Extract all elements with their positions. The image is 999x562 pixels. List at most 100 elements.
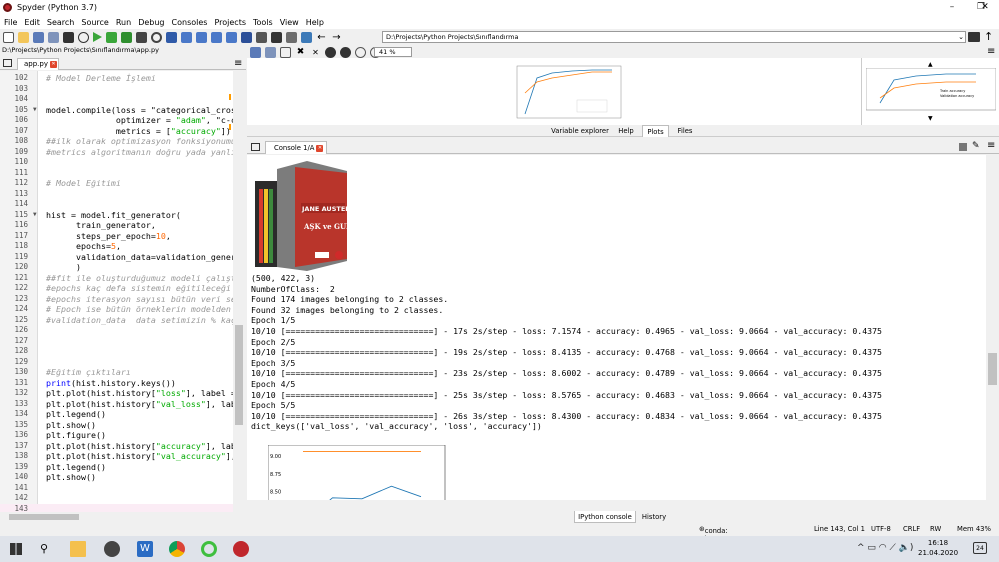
browse-tabs-icon[interactable] <box>3 59 12 67</box>
remove-all-plots-icon[interactable]: ✕ <box>310 47 321 58</box>
browse-consoles-icon[interactable] <box>251 143 260 151</box>
word-icon[interactable]: W <box>137 541 153 557</box>
code-line[interactable]: 117 steps_per_epoch=10, <box>0 231 233 242</box>
file-explorer-icon[interactable] <box>70 541 86 557</box>
zoom-in-icon[interactable] <box>355 46 366 58</box>
save-icon[interactable] <box>33 31 44 43</box>
code-line[interactable]: 110 <box>0 157 233 168</box>
code-line[interactable]: 108 ##ilk olarak optimizasyon fonksiyonum… <box>0 136 233 147</box>
code-line[interactable]: 139 plt.legend() <box>0 462 233 473</box>
code-line[interactable]: 126 <box>0 325 233 336</box>
close-button[interactable]: ✕ <box>971 0 999 15</box>
code-line[interactable]: 128 <box>0 346 233 357</box>
code-line[interactable]: 119 validation_data=validation_genera <box>0 252 233 263</box>
chrome-icon[interactable] <box>169 541 185 557</box>
code-line[interactable]: 111 <box>0 168 233 179</box>
code-line[interactable]: 120 ) <box>0 262 233 273</box>
copy-plot-icon[interactable] <box>280 46 291 58</box>
editor-hscroll-thumb[interactable] <box>9 514 79 520</box>
editor-tab-app-py[interactable]: app.py ✕ <box>17 58 59 70</box>
menu-run[interactable]: Run <box>116 18 131 27</box>
tab-ipython-console[interactable]: IPython console <box>574 511 636 523</box>
thumbs-down-arrow-icon[interactable]: ▼ <box>928 115 933 122</box>
next-plot-icon[interactable] <box>340 46 351 58</box>
code-editor[interactable]: 102 # Model Derleme İşlemi 103 104 105 ▼ model… <box>0 71 233 512</box>
app-ring-icon[interactable] <box>201 541 217 557</box>
editor-vertical-scrollbar[interactable] <box>233 71 246 512</box>
run-cell-advance-icon[interactable] <box>121 31 132 43</box>
rerun-icon[interactable] <box>151 31 162 43</box>
plot-thumbnails[interactable]: ▲ Train accuracy Validation accuracy ▼ <box>861 58 999 125</box>
console-scroll-thumb[interactable] <box>988 353 997 385</box>
code-line[interactable]: 124 # Epoch ise bütün örneklerin modelden… <box>0 304 233 315</box>
close-icon[interactable]: ✕ <box>316 144 324 152</box>
code-line[interactable]: 112 # Model Eğitimi <box>0 178 233 189</box>
code-line[interactable]: 140 plt.show() <box>0 472 233 483</box>
code-line[interactable]: 129 <box>0 357 233 368</box>
back-arrow-icon[interactable]: ← <box>316 32 327 43</box>
save-all-icon[interactable] <box>48 31 59 43</box>
tab-history[interactable]: History <box>639 511 669 523</box>
run-selection-icon[interactable] <box>136 31 147 43</box>
tab-help[interactable]: Help <box>613 125 639 137</box>
app-icon[interactable] <box>104 541 120 557</box>
tab-files[interactable]: Files <box>672 125 698 137</box>
save-all-plots-icon[interactable] <box>265 46 276 58</box>
code-line[interactable]: 102 # Model Derleme İşlemi <box>0 73 233 84</box>
menu-view[interactable]: View <box>280 18 299 27</box>
plot-thumbnail[interactable]: Train accuracy Validation accuracy <box>866 68 996 112</box>
hamburger-menu-icon[interactable]: ≡ <box>987 140 995 151</box>
code-line[interactable]: 132 plt.plot(hist.history["loss"], label … <box>0 388 233 399</box>
clock-time[interactable]: 16:18 <box>920 539 956 547</box>
code-line[interactable]: 131 print(hist.history.keys()) <box>0 378 233 389</box>
code-line[interactable]: 125 #validation_data data setimizin % kaç… <box>0 315 233 326</box>
windows-start-icon[interactable] <box>10 543 22 555</box>
run-cell-icon[interactable] <box>106 31 117 43</box>
code-line[interactable]: 107 metrics = ["accuracy"]) <box>0 126 233 137</box>
working-directory-field[interactable]: D:\Projects\Python Projects\Sınıflandırm… <box>382 31 966 43</box>
code-line[interactable]: 143 <box>0 503 233 512</box>
code-line[interactable]: 122 #epochs kaç defa sistemin eğitileceği <box>0 283 233 294</box>
step-return-icon[interactable] <box>211 31 222 43</box>
at-icon[interactable] <box>78 31 89 43</box>
browse-folder-icon[interactable] <box>968 32 980 42</box>
menu-edit[interactable]: Edit <box>24 18 40 27</box>
debug-icon[interactable] <box>166 31 177 43</box>
menu-file[interactable]: File <box>4 18 17 27</box>
stop-kernel-icon[interactable] <box>959 143 967 151</box>
fold-toggle-icon[interactable]: ▼ <box>33 105 37 116</box>
run-icon[interactable] <box>93 32 102 42</box>
menu-source[interactable]: Source <box>81 18 108 27</box>
code-line[interactable]: 138 plt.plot(hist.history["val_accuracy"]… <box>0 451 233 462</box>
code-line[interactable]: 142 <box>0 493 233 504</box>
code-line[interactable]: 137 plt.plot(hist.history["accuracy"], la… <box>0 441 233 452</box>
forward-arrow-icon[interactable]: → <box>331 32 342 43</box>
menu-projects[interactable]: Projects <box>214 18 246 27</box>
code-line[interactable]: 114 <box>0 199 233 210</box>
system-tray-icons[interactable]: ^ ▭ ◠ ⟋ 🔈) <box>857 543 913 553</box>
edit-icon[interactable]: ✎ <box>972 141 980 151</box>
wrench-icon[interactable] <box>286 31 297 43</box>
open-file-icon[interactable] <box>18 31 29 43</box>
tab-variable-explorer[interactable]: Variable explorer <box>549 125 611 137</box>
save-plot-icon[interactable] <box>250 46 261 58</box>
remove-plot-icon[interactable]: ✖ <box>295 47 306 58</box>
console-tab[interactable]: Console 1/A ✕ <box>265 141 327 154</box>
hamburger-menu-icon[interactable]: ≡ <box>987 46 995 57</box>
code-line[interactable]: 123 #epochs iterasyon sayısı bütün veri s… <box>0 294 233 305</box>
code-line[interactable]: 141 <box>0 483 233 494</box>
list-icon[interactable] <box>63 31 74 43</box>
code-line[interactable]: 121 ##fit ile oluşturduğumuz modeli çalış… <box>0 273 233 284</box>
code-line[interactable]: 103 <box>0 84 233 95</box>
menu-debug[interactable]: Debug <box>138 18 164 27</box>
code-line[interactable]: 118 epochs=5, <box>0 241 233 252</box>
menu-consoles[interactable]: Consoles <box>172 18 208 27</box>
code-line[interactable]: 133 plt.plot(hist.history["val_loss"], la… <box>0 399 233 410</box>
code-line[interactable]: 106 optimizer = "adam", "c-cm">#Ağır <box>0 115 233 126</box>
code-line[interactable]: 127 <box>0 336 233 347</box>
minimize-button[interactable]: – <box>937 0 967 15</box>
previous-plot-icon[interactable] <box>325 46 336 58</box>
code-line[interactable]: 136 plt.figure() <box>0 430 233 441</box>
zoom-level-field[interactable]: 41 % <box>374 47 412 57</box>
code-line[interactable]: 104 <box>0 94 233 105</box>
